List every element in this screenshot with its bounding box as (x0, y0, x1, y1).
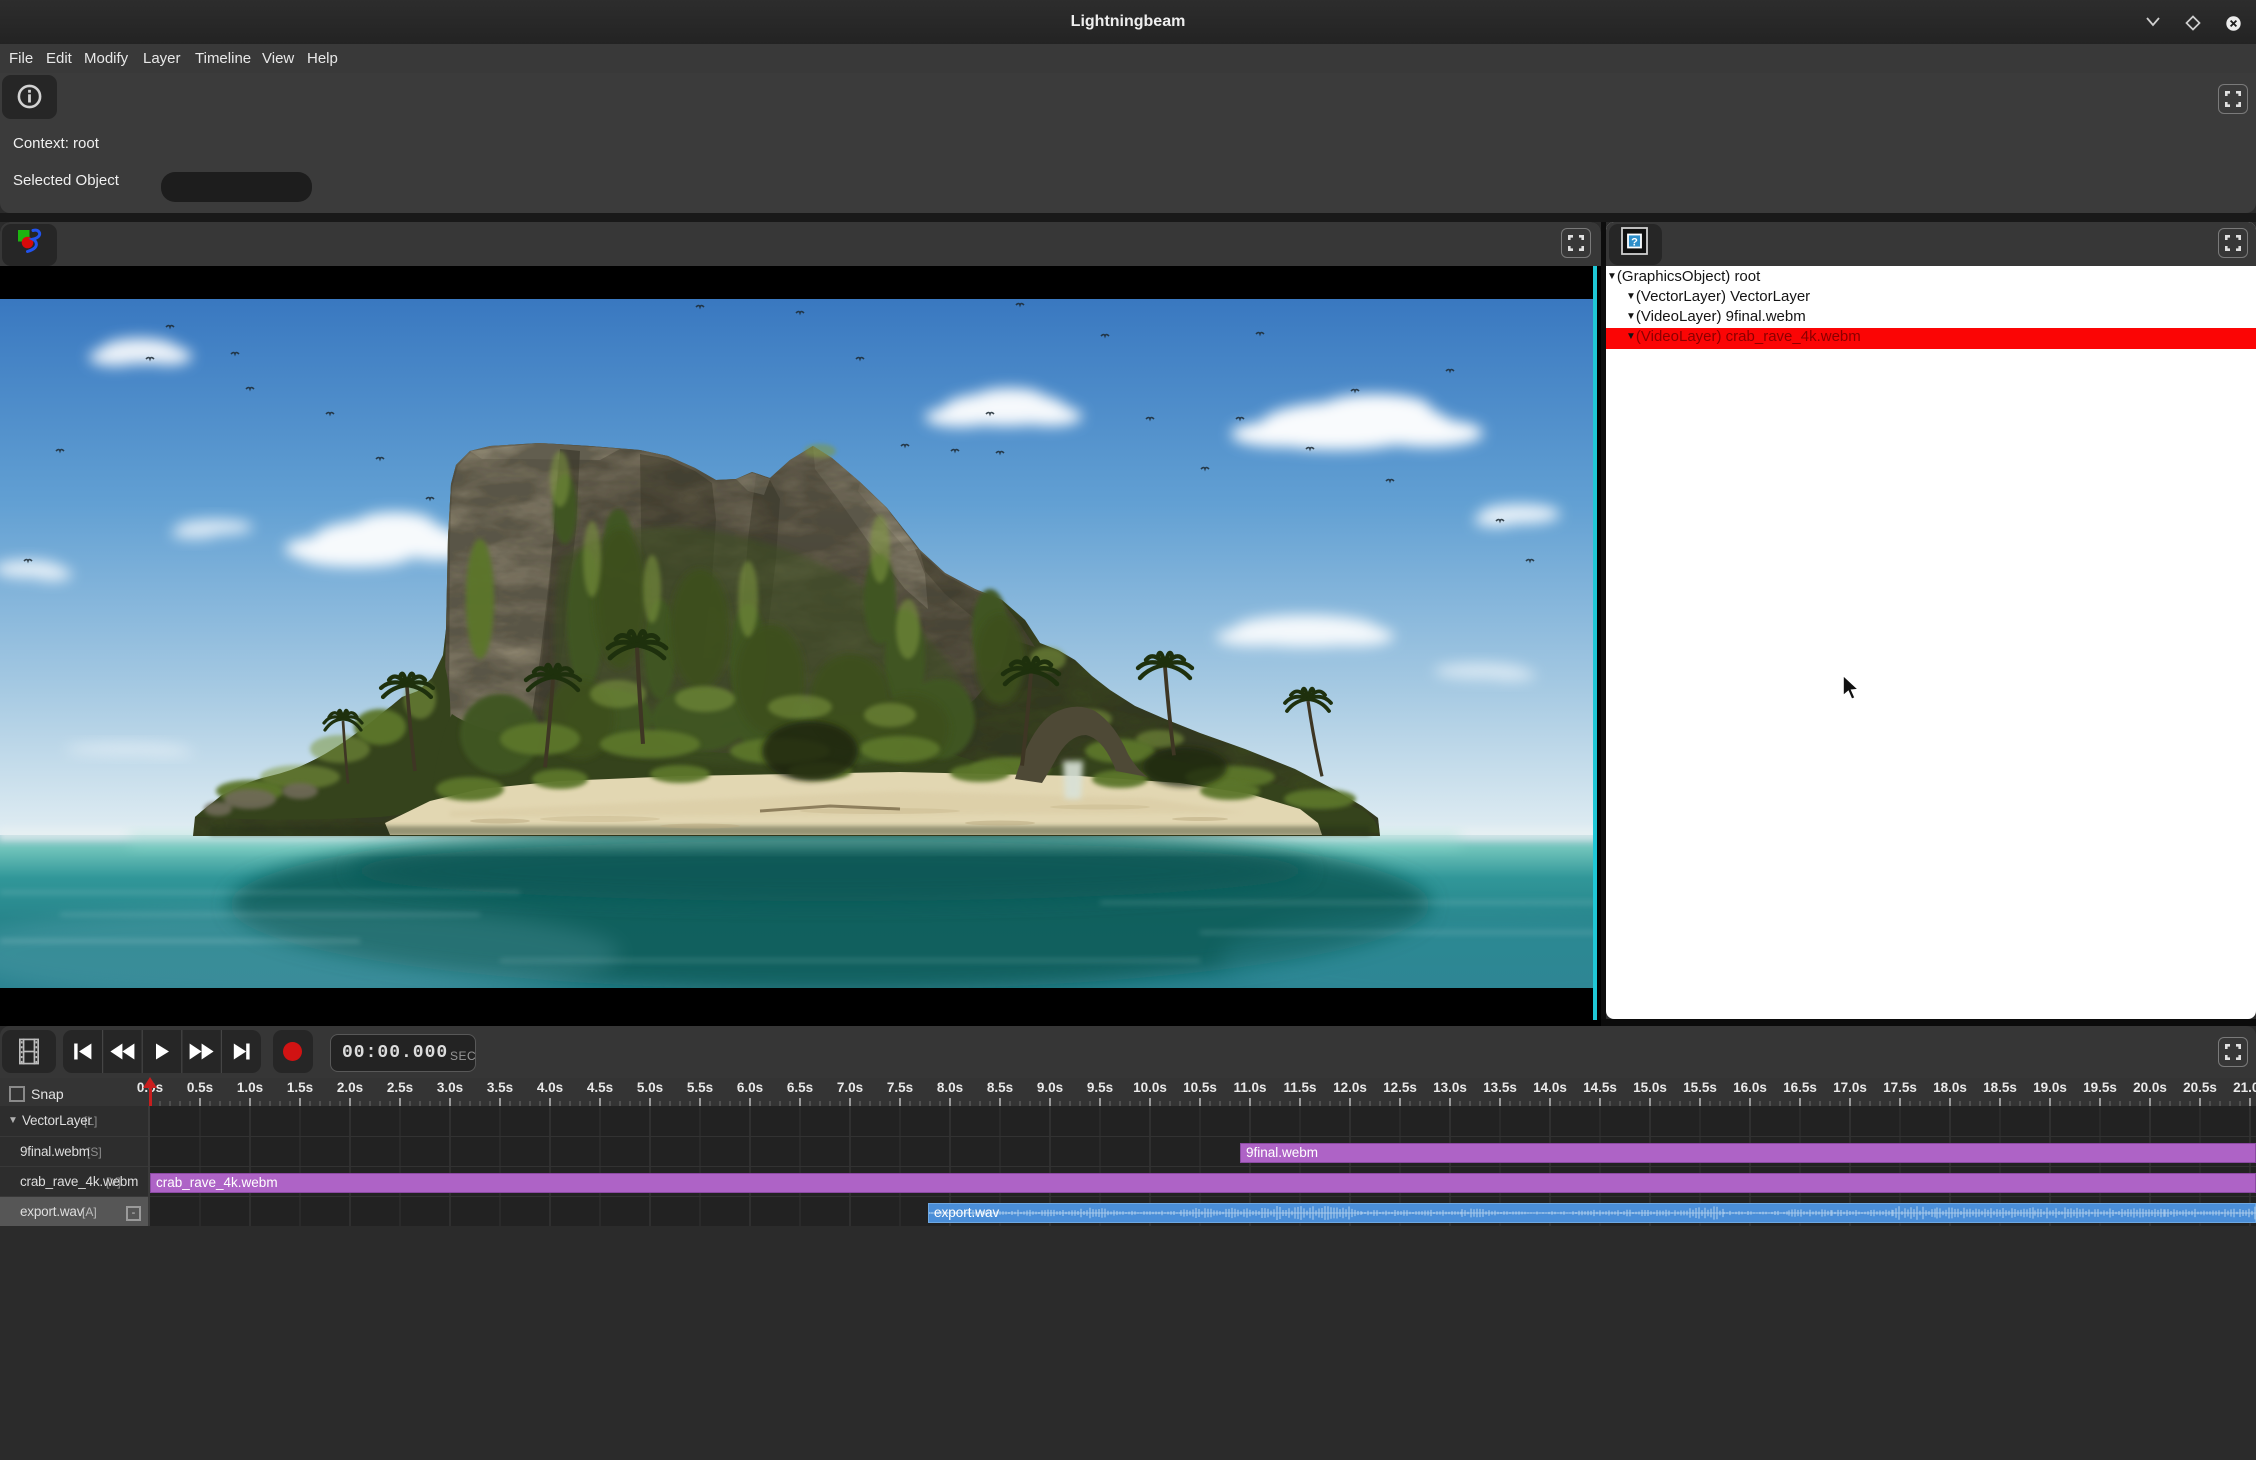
svg-text:?: ? (1631, 237, 1638, 249)
